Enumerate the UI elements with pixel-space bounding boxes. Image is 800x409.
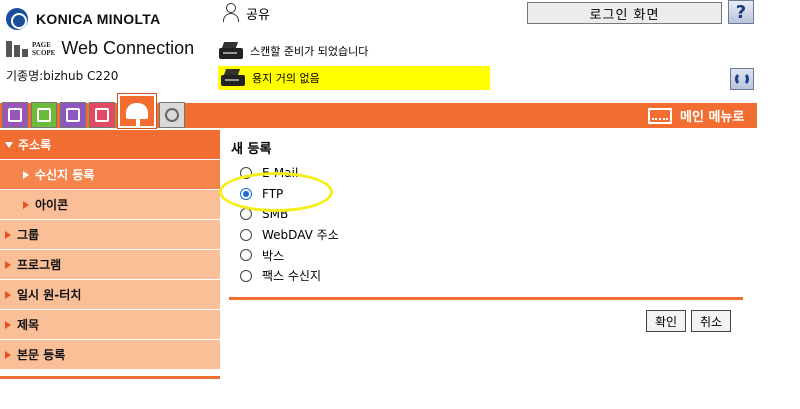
user-indicator: 공유 — [222, 3, 270, 23]
scan-status-text: 스캔할 준비가 되었습니다 — [250, 45, 369, 58]
sidebar-item-body-text[interactable]: 본문 등록 — [0, 340, 220, 369]
pagescope-logo: PAGE SCOPE Web Connection — [6, 38, 194, 59]
printer-icon — [218, 42, 244, 60]
tab-job-icon[interactable] — [2, 102, 28, 128]
triangle-down-icon — [5, 141, 13, 148]
tab-print-icon[interactable] — [89, 102, 115, 128]
tab-document-icon[interactable] — [31, 102, 57, 128]
content-divider — [229, 297, 743, 300]
option-fax[interactable]: 팩스 수신지 — [240, 266, 339, 287]
paper-status-banner: 용지 거의 없음 — [218, 66, 490, 90]
sidebar-item-temporary-one-touch[interactable]: 일시 원-터치 — [0, 280, 220, 309]
menu-icon — [648, 107, 672, 124]
main-menu-button[interactable]: 메인 메뉴로 — [648, 105, 744, 126]
ftp-highlight-annotation — [219, 172, 333, 212]
triangle-right-icon — [23, 200, 29, 209]
option-label: 박스 — [262, 248, 285, 263]
scan-status: 스캔할 준비가 되었습니다 — [218, 42, 368, 60]
refresh-icon — [735, 72, 749, 86]
refresh-button[interactable] — [730, 68, 754, 90]
sidebar-divider — [0, 376, 220, 379]
user-label: 공유 — [246, 7, 270, 23]
sidebar-item-label: 본문 등록 — [17, 348, 66, 362]
sidebar: 주소록 수신지 등록 아이콘 그룹 프로그램 일시 원-터치 제목 본문 등록 — [0, 130, 220, 370]
cancel-button[interactable]: 취소 — [691, 310, 731, 332]
sidebar-item-label: 수신지 등록 — [35, 168, 95, 182]
triangle-right-icon — [5, 260, 11, 269]
sidebar-item-icon[interactable]: 아이콘 — [0, 190, 220, 219]
login-screen-button[interactable]: 로그인 화면 — [527, 2, 722, 24]
sidebar-item-label: 그룹 — [17, 228, 40, 242]
konica-minolta-logo-icon — [6, 8, 28, 30]
triangle-right-icon — [5, 320, 11, 329]
sidebar-item-address-book[interactable]: 주소록 — [0, 130, 220, 159]
smb-radio[interactable] — [240, 208, 252, 221]
sidebar-item-group[interactable]: 그룹 — [0, 220, 220, 249]
pagescope-mini-line-1: PAGE — [32, 40, 51, 49]
triangle-right-icon — [5, 350, 11, 359]
sidebar-item-subject[interactable]: 제목 — [0, 310, 220, 339]
brand-name: KONICA MINOLTA — [36, 11, 161, 27]
konica-minolta-logo: KONICA MINOLTA — [6, 8, 160, 30]
box-radio[interactable] — [240, 249, 252, 262]
option-label: WebDAV 주소 — [262, 228, 339, 243]
sidebar-item-destination-register[interactable]: 수신지 등록 — [0, 160, 220, 189]
sidebar-item-label: 아이콘 — [35, 198, 69, 212]
option-label: 팩스 수신지 — [262, 269, 322, 284]
tab-scan-destination-icon[interactable] — [117, 93, 157, 129]
pagescope-mini-line-2: SCOPE — [32, 48, 56, 57]
pagescope-icon — [6, 39, 30, 59]
triangle-right-icon — [5, 230, 11, 239]
sidebar-item-label: 프로그램 — [17, 258, 62, 272]
help-button[interactable]: ? — [728, 0, 754, 24]
pagescope-mini-text: PAGE SCOPE — [32, 41, 55, 57]
fax-radio[interactable] — [240, 269, 252, 282]
sidebar-item-label: 주소록 — [18, 138, 52, 152]
triangle-right-icon — [23, 170, 29, 179]
paper-status-text: 용지 거의 없음 — [252, 72, 320, 85]
sidebar-item-label: 제목 — [17, 318, 40, 332]
tab-settings-icon[interactable] — [159, 102, 185, 128]
mode-tabs — [2, 93, 185, 129]
product-title: Web Connection — [61, 38, 195, 58]
page-title: 새 등록 — [231, 142, 272, 157]
option-webdav[interactable]: WebDAV 주소 — [240, 225, 339, 246]
webdav-radio[interactable] — [240, 228, 252, 241]
tab-box-icon[interactable] — [60, 102, 86, 128]
ok-button[interactable]: 확인 — [646, 310, 686, 332]
sidebar-item-label: 일시 원-터치 — [17, 288, 82, 302]
sidebar-item-program[interactable]: 프로그램 — [0, 250, 220, 279]
main-menu-label: 메인 메뉴로 — [680, 110, 745, 125]
printer-warning-icon — [220, 69, 246, 87]
triangle-right-icon — [5, 290, 11, 299]
option-box[interactable]: 박스 — [240, 245, 339, 266]
user-icon — [222, 3, 240, 23]
model-name: 기종명:bizhub C220 — [6, 69, 119, 83]
